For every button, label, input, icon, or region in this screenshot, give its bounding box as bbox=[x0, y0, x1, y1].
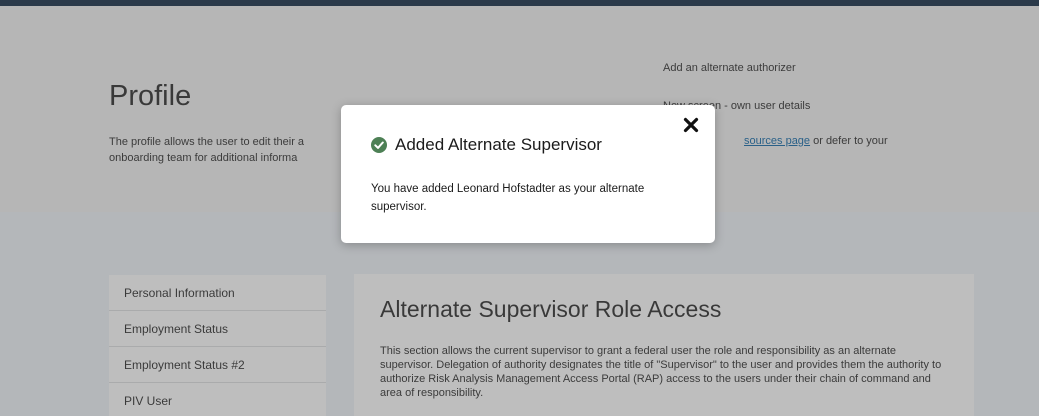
confirmation-modal: Added Alternate Supervisor You have adde… bbox=[341, 105, 715, 243]
modal-title: Added Alternate Supervisor bbox=[395, 135, 602, 154]
modal-header: Added Alternate Supervisor bbox=[371, 135, 602, 155]
page: Profile The profile allows the user to e… bbox=[0, 0, 1039, 416]
check-circle-icon bbox=[371, 137, 387, 153]
close-icon[interactable] bbox=[681, 115, 701, 135]
modal-message: You have added Leonard Hofstadter as you… bbox=[371, 183, 645, 213]
